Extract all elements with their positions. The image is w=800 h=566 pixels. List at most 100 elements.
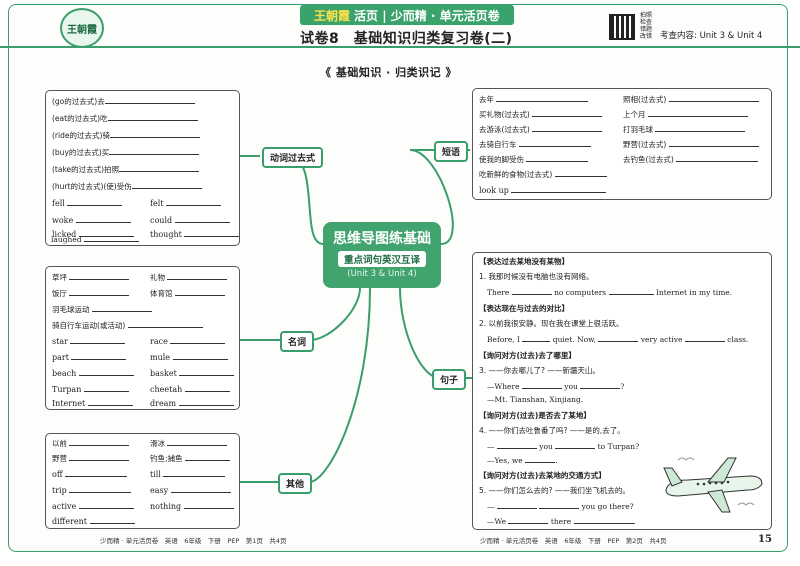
answer-blank[interactable] xyxy=(521,381,562,389)
answer-blank[interactable] xyxy=(78,501,134,509)
branch-verbs: 动词过去式 xyxy=(262,147,324,168)
other-word: easy xyxy=(150,486,169,495)
answer-blank[interactable] xyxy=(163,469,226,477)
answer-blank[interactable] xyxy=(684,334,725,342)
verb-word: fell xyxy=(52,199,65,208)
answer-blank[interactable] xyxy=(518,139,591,147)
answer-blank[interactable] xyxy=(184,453,230,461)
scope-label: 考查内容: Unit 3 & Unit 4 xyxy=(660,31,763,41)
verb-word: laughed xyxy=(51,235,82,244)
answer-blank[interactable] xyxy=(170,336,226,344)
answer-blank[interactable] xyxy=(655,124,746,132)
answer-blank[interactable] xyxy=(69,288,130,296)
answer-blank[interactable] xyxy=(183,501,234,509)
answer-blank[interactable] xyxy=(170,485,231,493)
answer-blank[interactable] xyxy=(127,320,203,328)
noun-prompt: 饭厅 xyxy=(52,289,67,298)
sentence-prompt: 1. 我那时候没有电脑也没有网络。 xyxy=(479,272,594,281)
answer-blank[interactable] xyxy=(69,485,132,493)
sentence-tag: 【询问对方(过去)去某地的交通方式】 xyxy=(479,471,606,480)
answer-blank[interactable] xyxy=(184,229,240,237)
nouns-box: 草坪 礼物 饭厅 体育馆 羽毛球运动 骑自行车运动(或活动) star race… xyxy=(45,266,240,410)
answer-blank[interactable] xyxy=(69,272,130,280)
answer-blank[interactable] xyxy=(71,352,127,360)
answer-blank[interactable] xyxy=(668,94,759,102)
qr-code-icon[interactable] xyxy=(609,14,635,40)
phrase-prompt: 买礼物(过去式) xyxy=(479,110,530,119)
noun-word: star xyxy=(52,337,68,346)
other-word: off xyxy=(52,470,63,479)
answer-blank[interactable] xyxy=(532,124,603,132)
answer-blank[interactable] xyxy=(89,516,135,524)
other-prompt: 钓鱼;捕鱼 xyxy=(150,454,183,463)
sentence-text: —We xyxy=(487,517,507,526)
verb-prompt: (hurt的过去式)(使)受伤 xyxy=(52,182,132,191)
answer-blank[interactable] xyxy=(598,334,639,342)
answer-blank[interactable] xyxy=(511,185,607,193)
answer-blank[interactable] xyxy=(174,288,225,296)
answer-blank[interactable] xyxy=(109,130,200,138)
answer-blank[interactable] xyxy=(522,334,551,342)
sentence-text: no computers xyxy=(554,288,607,297)
answer-blank[interactable] xyxy=(78,368,134,376)
answer-blank[interactable] xyxy=(573,516,634,524)
answer-blank[interactable] xyxy=(608,287,654,295)
answer-blank[interactable] xyxy=(167,272,228,280)
airplane-icon xyxy=(663,457,763,513)
sentence-prompt: 3. ——你去哪儿了? ——新疆天山。 xyxy=(479,366,600,375)
answer-blank[interactable] xyxy=(184,384,230,392)
answer-blank[interactable] xyxy=(555,441,596,449)
answer-blank[interactable] xyxy=(119,164,200,172)
answer-blank[interactable] xyxy=(91,304,152,312)
answer-blank[interactable] xyxy=(87,398,133,406)
answer-blank[interactable] xyxy=(131,181,202,189)
answer-blank[interactable] xyxy=(166,198,222,206)
answer-blank[interactable] xyxy=(647,109,748,117)
answer-blank[interactable] xyxy=(104,96,195,104)
noun-word: part xyxy=(52,353,69,362)
answer-blank[interactable] xyxy=(69,438,130,446)
answer-blank[interactable] xyxy=(83,384,129,392)
sentence-prompt: 4. ——你们去吐鲁番了吗? ——是的,去了。 xyxy=(479,426,625,435)
answer-blank[interactable] xyxy=(75,215,131,223)
answer-blank[interactable] xyxy=(508,516,549,524)
page-title: 试卷8 基础知识归类复习卷(二) xyxy=(300,31,513,47)
answer-blank[interactable] xyxy=(525,455,556,463)
answer-blank[interactable] xyxy=(107,113,198,121)
answer-blank[interactable] xyxy=(496,501,537,509)
answer-blank[interactable] xyxy=(65,469,128,477)
answer-blank[interactable] xyxy=(69,453,130,461)
answer-blank[interactable] xyxy=(70,336,126,344)
logo-text: 王朝霞 xyxy=(67,24,97,36)
other-prompt: 以前 xyxy=(52,439,67,448)
series-name: 活页 | 少而精 · 单元活页卷 xyxy=(354,9,500,23)
answer-blank[interactable] xyxy=(676,154,759,162)
sentence-text: — xyxy=(487,442,495,451)
verb-word: thought xyxy=(150,230,182,239)
answer-blank[interactable] xyxy=(526,154,589,162)
answer-blank[interactable] xyxy=(511,287,552,295)
others-box: 以前 滑冰 野营 钓鱼;捕鱼 off till trip easy active… xyxy=(45,433,240,529)
phrase-prompt: 吃新鲜的食物(过去式) xyxy=(479,170,553,179)
answer-blank[interactable] xyxy=(554,169,607,177)
answer-blank[interactable] xyxy=(532,109,603,117)
answer-blank[interactable] xyxy=(178,398,234,406)
answer-blank[interactable] xyxy=(539,501,580,509)
footer-right: 少而精 · 单元活页卷 英语 6年级 下册 PEP 第2页 共4页 xyxy=(480,537,667,545)
answer-blank[interactable] xyxy=(83,234,139,242)
answer-blank[interactable] xyxy=(496,94,589,102)
answer-blank[interactable] xyxy=(496,441,537,449)
section-title: 《 基础知识 · 归类识记 》 xyxy=(320,66,457,79)
answer-blank[interactable] xyxy=(174,215,230,223)
answer-blank[interactable] xyxy=(580,381,621,389)
answer-blank[interactable] xyxy=(179,368,235,376)
sentence-tag: 【询问对方(过去)是否去了某地】 xyxy=(479,411,591,420)
answer-blank[interactable] xyxy=(172,352,228,360)
answer-blank[interactable] xyxy=(167,438,228,446)
branch-others: 其他 xyxy=(278,473,313,494)
answer-blank[interactable] xyxy=(668,139,759,147)
answer-blank[interactable] xyxy=(109,147,200,155)
answer-blank[interactable] xyxy=(67,198,123,206)
noun-word: beach xyxy=(52,369,77,378)
sentence-text: you xyxy=(564,382,578,391)
